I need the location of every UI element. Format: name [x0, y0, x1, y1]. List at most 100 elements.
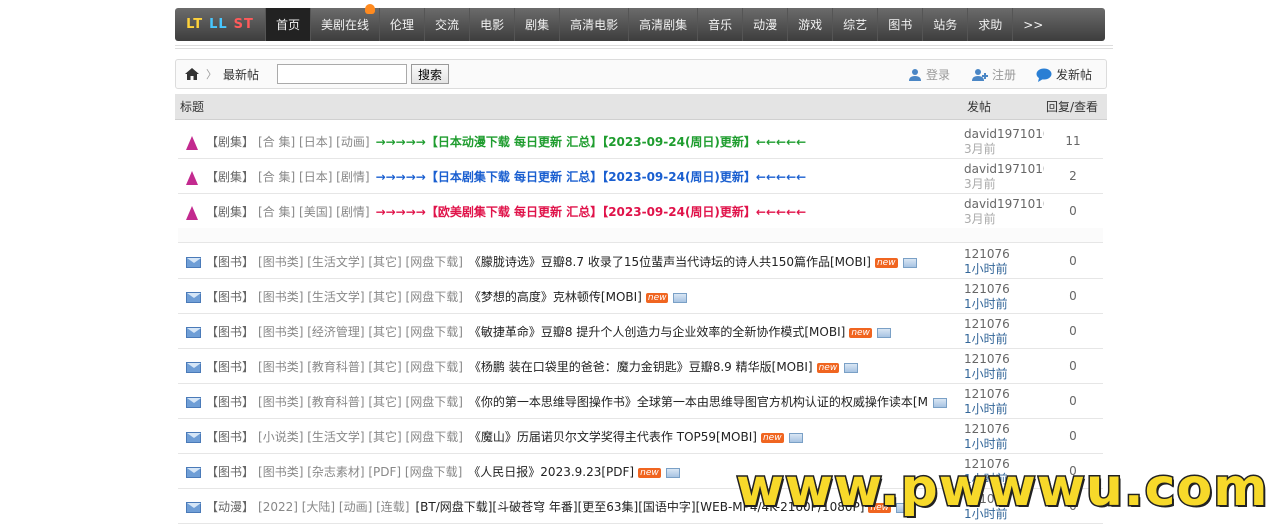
- thread-category[interactable]: 【剧集】: [206, 135, 254, 149]
- thread-title-link[interactable]: 《梦想的高度》克林顿传[MOBI]: [469, 290, 642, 304]
- thread-tags[interactable]: [合 集] [美国] [剧情]: [258, 205, 370, 219]
- thread-tags[interactable]: [合 集] [日本] [动画]: [258, 135, 370, 149]
- nav-item-14[interactable]: 求助: [967, 8, 1012, 41]
- thread-author[interactable]: david1971010...: [964, 127, 1044, 142]
- thread-category[interactable]: 【剧集】: [206, 170, 254, 184]
- thread-row: 【图书】 [图书类] [教育科普] [其它] [网盘下载] 《你的第一本思维导图操作…: [178, 384, 1103, 419]
- thread-category[interactable]: 【动漫】: [206, 500, 254, 514]
- thread-row: 【图书】 [图书类] [生活文学] [其它] [网盘下载] 《朦胧诗选》豆瓣8.7 …: [178, 244, 1103, 279]
- hot-flame-icon: [365, 4, 376, 14]
- thread-tags[interactable]: [图书类] [杂志素材] [PDF] [网盘下载]: [258, 465, 462, 479]
- nav-item-3[interactable]: 交流: [424, 8, 469, 41]
- envelope-icon: [186, 502, 201, 513]
- search-input[interactable]: [277, 64, 408, 84]
- nav-item-7[interactable]: 高清剧集: [628, 8, 697, 41]
- thread-category[interactable]: 【图书】: [206, 360, 254, 374]
- thread-title-link[interactable]: →→→→→【日本剧集下载 每日更新 汇总】【2023-09-24(周日)更新】←…: [376, 170, 807, 184]
- thread-author[interactable]: 121076: [964, 387, 1044, 402]
- thread-category[interactable]: 【图书】: [206, 325, 254, 339]
- thread-tags[interactable]: [图书类] [经济管理] [其它] [网盘下载]: [258, 325, 463, 339]
- reply-count: 2: [1069, 169, 1077, 183]
- nav-item-11[interactable]: 综艺: [832, 8, 877, 41]
- new-post-button[interactable]: 发新帖: [1036, 66, 1092, 83]
- nav-item-10[interactable]: 游戏: [787, 8, 832, 41]
- column-header-replies[interactable]: 回复/查看: [1046, 98, 1098, 115]
- thread-category[interactable]: 【图书】: [206, 290, 254, 304]
- image-attachment-icon: [665, 467, 680, 478]
- thread-row: 【图书】 [图书类] [生活文学] [其它] [网盘下载] 《梦想的高度》克林顿传[…: [178, 279, 1103, 314]
- thread-author[interactable]: 121076: [964, 422, 1044, 437]
- thread-title-link[interactable]: →→→→→【欧美剧集下载 每日更新 汇总】【2023-09-24(周日)更新】←…: [376, 205, 807, 219]
- thread-title-link[interactable]: 《魔山》历届诺贝尔文学奖得主代表作 TOP59[MOBI]: [469, 430, 757, 444]
- nav-item-15[interactable]: >>: [1012, 8, 1053, 41]
- nav-item-4[interactable]: 电影: [469, 8, 514, 41]
- thread-title-link[interactable]: →→→→→【日本动漫下载 每日更新 汇总】【2023-09-24(周日)更新】←…: [376, 135, 807, 149]
- nav-item-label: 首页: [276, 18, 301, 32]
- new-badge-icon: new: [645, 292, 669, 303]
- thread-author[interactable]: 121076: [964, 352, 1044, 367]
- thread-tags[interactable]: [图书类] [教育科普] [其它] [网盘下载]: [258, 395, 463, 409]
- thread-category[interactable]: 【图书】: [206, 430, 254, 444]
- nav-item-label: 图书: [888, 18, 913, 32]
- thread-time[interactable]: 1小时前: [964, 332, 1008, 346]
- nav-item-6[interactable]: 高清电影: [559, 8, 628, 41]
- thread-row: 【图书】 [图书类] [经济管理] [其它] [网盘下载] 《敏捷革命》豆瓣8 提升…: [178, 314, 1103, 349]
- login-link[interactable]: 登录: [908, 66, 950, 83]
- thread-time[interactable]: 1小时前: [964, 367, 1008, 381]
- breadcrumb-separator-icon: 〉: [206, 68, 217, 81]
- nav-items: 首页 美剧在线 伦理 交流 电影 剧集 高清电影 高清剧集 音乐 动漫 游戏 综艺 图书 站务 求助 >>: [265, 4, 1105, 41]
- envelope-icon: [186, 327, 201, 338]
- thread-tags[interactable]: [2022] [大陆] [动画] [连载]: [258, 500, 409, 514]
- thread-row: 【图书】 [小说类] [生活文学] [其它] [网盘下载] 《魔山》历届诺贝尔文学奖…: [178, 419, 1103, 454]
- nav-item-13[interactable]: 站务: [922, 8, 967, 41]
- thread-time[interactable]: 1小时前: [964, 262, 1008, 276]
- search-button[interactable]: 搜索: [411, 64, 450, 84]
- nav-item-0[interactable]: 首页: [265, 8, 311, 41]
- reply-count: 0: [1069, 324, 1077, 338]
- thread-title-link[interactable]: 《人民日报》2023.9.23[PDF]: [468, 465, 634, 479]
- thread-title-link[interactable]: 《杨鹏 装在口袋里的爸爸：魔力金钥匙》豆瓣8.9 精华版[MOBI]: [469, 360, 813, 374]
- thread-tags[interactable]: [合 集] [日本] [剧情]: [258, 170, 370, 184]
- nav-item-label: 高清电影: [570, 18, 619, 32]
- thread-category[interactable]: 【剧集】: [206, 205, 254, 219]
- pinned-thread-row: 【剧集】 [合 集] [日本] [动画] →→→→→【日本动漫下载 每日更新 汇总】…: [178, 124, 1103, 159]
- section-separator: [178, 228, 1103, 243]
- thread-tags[interactable]: [图书类] [生活文学] [其它] [网盘下载]: [258, 290, 463, 304]
- home-icon[interactable]: [184, 67, 200, 81]
- nav-item-5[interactable]: 剧集: [514, 8, 559, 41]
- thread-time[interactable]: 1小时前: [964, 402, 1008, 416]
- user-icon: [909, 68, 921, 81]
- breadcrumb-current[interactable]: 最新帖: [223, 66, 259, 83]
- nav-item-1[interactable]: 美剧在线: [310, 4, 379, 41]
- nav-item-label: 交流: [435, 18, 460, 32]
- nav-item-12[interactable]: 图书: [877, 8, 922, 41]
- thread-tags[interactable]: [图书类] [生活文学] [其它] [网盘下载]: [258, 255, 463, 269]
- thread-tags[interactable]: [图书类] [教育科普] [其它] [网盘下载]: [258, 360, 463, 374]
- nav-item-label: 高清剧集: [639, 18, 688, 32]
- thread-author[interactable]: david1971010...: [964, 197, 1044, 212]
- thread-time[interactable]: 3月前: [964, 212, 996, 226]
- thread-title-link[interactable]: 《你的第一本思维导图操作书》全球第一本由思维导图官方机构认证的权威操作读本[M: [469, 395, 928, 409]
- thread-time[interactable]: 3月前: [964, 177, 996, 191]
- thread-time[interactable]: 1小时前: [964, 437, 1008, 451]
- toolbar: 〉 最新帖 搜索 登录 注册 发新帖: [175, 59, 1107, 89]
- thread-author[interactable]: 121076: [964, 282, 1044, 297]
- thread-category[interactable]: 【图书】: [206, 395, 254, 409]
- thread-tags[interactable]: [小说类] [生活文学] [其它] [网盘下载]: [258, 430, 463, 444]
- nav-item-2[interactable]: 伦理: [379, 8, 424, 41]
- nav-item-9[interactable]: 动漫: [742, 8, 787, 41]
- register-link[interactable]: 注册: [972, 66, 1016, 83]
- thread-author[interactable]: 121076: [964, 317, 1044, 332]
- thread-category[interactable]: 【图书】: [206, 465, 254, 479]
- thread-author[interactable]: david1971010...: [964, 162, 1044, 177]
- site-logo[interactable]: LT LL ST: [175, 8, 265, 41]
- nav-item-8[interactable]: 音乐: [697, 8, 742, 41]
- thread-title-link[interactable]: 《敏捷革命》豆瓣8 提升个人创造力与企业效率的全新协作模式[MOBI]: [469, 325, 845, 339]
- nav-item-label: 剧集: [525, 18, 550, 32]
- image-attachment-icon: [788, 432, 803, 443]
- thread-title-link[interactable]: 《朦胧诗选》豆瓣8.7 收录了15位蜚声当代诗坛的诗人共150篇作品[MOBI]: [469, 255, 871, 269]
- thread-category[interactable]: 【图书】: [206, 255, 254, 269]
- thread-time[interactable]: 1小时前: [964, 297, 1008, 311]
- thread-author[interactable]: 121076: [964, 247, 1044, 262]
- thread-time[interactable]: 3月前: [964, 142, 996, 156]
